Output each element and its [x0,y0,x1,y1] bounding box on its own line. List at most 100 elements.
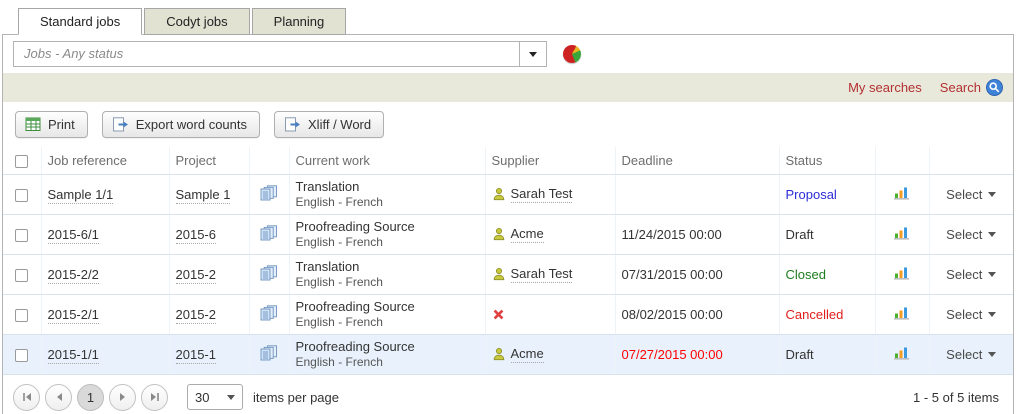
pie-chart-icon[interactable] [563,45,581,63]
table-row: 2015-2/22015-2TranslationEnglish - Frenc… [3,254,1013,294]
table-header-row: Job reference Project Current work Suppl… [3,147,1013,174]
row-checkbox[interactable] [15,349,28,362]
bar-chart-icon[interactable] [894,346,910,360]
row-checkbox[interactable] [15,269,28,282]
export-document-icon [112,117,129,132]
chevron-down-icon [988,232,996,237]
header-documents [249,147,289,174]
current-page-button[interactable]: 1 [77,384,104,411]
previous-page-button[interactable] [45,384,72,411]
tab-codyt-jobs[interactable]: Codyt jobs [144,8,249,35]
project-link[interactable]: Sample 1 [176,187,231,204]
documents-icon[interactable] [260,345,278,361]
status-filter-value: Jobs - Any status [14,42,519,66]
deadline-value: 07/27/2015 00:00 [615,334,779,374]
print-button[interactable]: Print [15,111,88,138]
search-icon[interactable] [986,79,1003,96]
tab-bar: Standard jobs Codyt jobs Planning [2,2,1014,35]
bar-chart-icon[interactable] [894,226,910,240]
project-link[interactable]: 2015-2 [176,307,216,324]
job-reference-link[interactable]: 2015-2/2 [48,267,99,284]
first-page-icon [22,392,32,402]
header-project[interactable]: Project [169,147,249,174]
row-checkbox[interactable] [15,189,28,202]
export-word-counts-button[interactable]: Export word counts [102,111,260,138]
select-dropdown[interactable]: Select [946,347,996,362]
row-checkbox[interactable] [15,229,28,242]
next-page-button[interactable] [109,384,136,411]
tab-standard-jobs[interactable]: Standard jobs [18,8,142,35]
chevron-down-icon [988,312,996,317]
select-dropdown[interactable]: Select [946,307,996,322]
person-icon [492,187,506,201]
deadline-value: 08/02/2015 00:00 [615,294,779,334]
job-reference-link[interactable]: 2015-6/1 [48,227,99,244]
select-dropdown[interactable]: Select [946,267,996,282]
select-label: Select [946,227,982,242]
documents-icon[interactable] [260,185,278,201]
search-link[interactable]: Search [940,80,981,95]
last-page-button[interactable] [141,384,168,411]
header-status[interactable]: Status [779,147,875,174]
supplier-cell: Sarah Test [492,266,609,283]
table-row: 2015-1/1 2015-1 Proofreading SourceEnglish… [3,334,1013,374]
jobs-table-body: Sample 1/1Sample 1TranslationEnglish - F… [3,174,1013,374]
work-type-label: Translation [296,179,479,195]
project-link[interactable]: 2015-6 [176,227,216,244]
status-filter-combobox[interactable]: Jobs - Any status [13,41,547,67]
status-label: Proposal [779,174,875,214]
job-reference-link[interactable]: Sample 1/1 [48,187,114,204]
select-label: Select [946,307,982,322]
jobs-panel: Jobs - Any status My searches Search Pri… [2,34,1014,414]
person-icon [492,227,506,241]
documents-icon[interactable] [260,305,278,321]
table-row: Sample 1/1 Sample 1 TranslationEnglish - F… [3,174,1013,214]
select-all-checkbox[interactable] [15,155,28,168]
page-size-select[interactable]: 30 [187,384,243,410]
work-type-label: Proofreading Source [296,339,479,355]
deadline-value: 07/31/2015 00:00 [615,254,779,294]
bar-chart-icon[interactable] [894,306,910,320]
header-job-reference[interactable]: Job reference [41,147,169,174]
language-pair-label: English - French [296,355,479,370]
header-deadline[interactable]: Deadline [615,147,779,174]
supplier-link[interactable]: Sarah Test [511,186,573,203]
tab-planning[interactable]: Planning [252,8,347,35]
project-link[interactable]: 2015-1 [176,347,216,364]
documents-icon[interactable] [260,265,278,281]
select-dropdown[interactable]: Select [946,227,996,242]
supplier-link[interactable]: Acme [511,346,544,363]
header-supplier[interactable]: Supplier [485,147,615,174]
person-icon [492,347,506,361]
documents-icon[interactable] [260,225,278,241]
row-checkbox[interactable] [15,309,28,322]
chevron-down-icon [988,272,996,277]
items-per-page-label: items per page [253,390,339,405]
job-reference-link[interactable]: 2015-1/1 [48,347,99,364]
header-current-work[interactable]: Current work [289,147,485,174]
supplier-link[interactable]: Sarah Test [511,266,573,283]
my-searches-link[interactable]: My searches [848,80,922,95]
select-label: Select [946,187,982,202]
supplier-link[interactable]: Acme [511,226,544,243]
project-link[interactable]: 2015-2 [176,267,216,284]
print-label: Print [48,117,75,132]
person-icon [492,267,506,281]
jobs-app: Standard jobs Codyt jobs Planning Jobs -… [2,2,1014,414]
bar-chart-icon[interactable] [894,266,910,280]
job-reference-link[interactable]: 2015-2/1 [48,307,99,324]
next-page-icon [118,392,128,402]
tab-label: Codyt jobs [166,14,227,29]
tab-label: Standard jobs [40,14,120,29]
combobox-dropdown-button[interactable] [519,42,546,66]
language-pair-label: English - French [296,195,479,210]
first-page-button[interactable] [13,384,40,411]
toolbar: Print Export word counts Xliff / Word [3,102,1013,147]
xliff-word-button[interactable]: Xliff / Word [274,111,384,138]
select-label: Select [946,347,982,362]
language-pair-label: English - French [296,275,479,290]
select-dropdown[interactable]: Select [946,187,996,202]
search-strip: My searches Search [3,73,1013,102]
chevron-down-icon [227,395,235,400]
bar-chart-icon[interactable] [894,186,910,200]
